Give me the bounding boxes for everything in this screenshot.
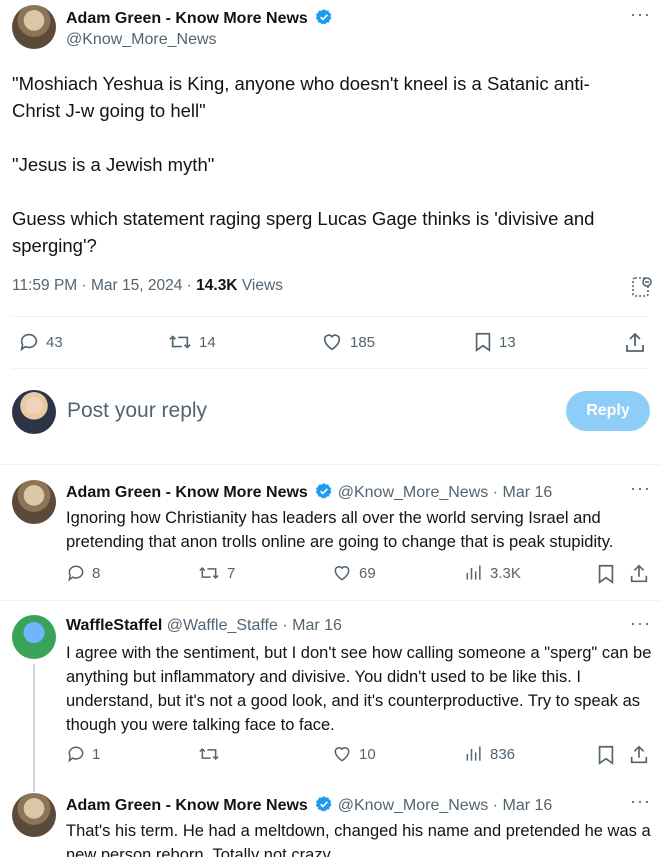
- heart-icon: [334, 747, 350, 762]
- author-name[interactable]: Adam Green - Know More News: [66, 10, 308, 27]
- share-icon[interactable]: [628, 744, 650, 766]
- tweet-paragraph: "Moshiach Yeshua is King, anyone who doe…: [12, 73, 590, 121]
- repost-icon: [169, 335, 191, 349]
- like-count: 185: [350, 333, 376, 351]
- like-action[interactable]: 185: [320, 331, 375, 353]
- more-options-icon[interactable]: ···: [630, 791, 651, 812]
- bookmark-icon[interactable]: [596, 744, 616, 766]
- heart-icon: [334, 566, 350, 581]
- reply-icon: [68, 565, 84, 582]
- reply-action[interactable]: 43: [18, 331, 63, 353]
- tweet-paragraph: "Jesus is a Jewish myth": [12, 154, 215, 175]
- repost-count: 14: [199, 333, 216, 351]
- reply-text: Ignoring how Christianity has leaders al…: [66, 509, 614, 551]
- reply-handle[interactable]: @Waffle_Staffe: [167, 617, 278, 634]
- reply-header: Adam Green - Know More News @Know_More_N…: [66, 483, 553, 501]
- divider: [12, 368, 648, 369]
- views-count: 3.3K: [490, 564, 521, 582]
- views-label: Views: [241, 277, 283, 294]
- reply-author-name[interactable]: Adam Green - Know More News: [66, 484, 308, 501]
- reply-text: That's his term. He had a meltdown, chan…: [66, 822, 651, 857]
- analytics-icon: [466, 565, 481, 580]
- repost-action[interactable]: [197, 744, 227, 764]
- repost-action[interactable]: 14: [167, 331, 216, 353]
- tweet-metadata: 11:59 PM · Mar 15, 2024 · 14.3K Views: [12, 277, 283, 294]
- reply-author-name[interactable]: Adam Green - Know More News: [66, 797, 308, 814]
- divider: [0, 464, 660, 465]
- more-options-icon[interactable]: ···: [630, 478, 651, 499]
- author-avatar[interactable]: [12, 5, 56, 49]
- views-action[interactable]: 836: [464, 744, 515, 764]
- author-header: Adam Green - Know More News: [66, 8, 333, 28]
- like-action[interactable]: 10: [331, 744, 376, 764]
- bookmark-count: 13: [499, 333, 516, 351]
- verified-badge-icon: [316, 483, 332, 499]
- repost-icon: [199, 747, 219, 761]
- tweet-time[interactable]: 11:59 PM: [12, 277, 77, 294]
- reply-icon: [68, 746, 84, 763]
- tweet-paragraph: Guess which statement raging sperg Lucas…: [12, 208, 595, 256]
- reply-avatar[interactable]: [12, 480, 56, 524]
- views-action[interactable]: 3.3K: [464, 563, 521, 583]
- reply-count: 43: [46, 333, 63, 351]
- like-count: 69: [359, 564, 376, 582]
- repost-icon: [199, 566, 219, 580]
- share-icon[interactable]: [623, 331, 647, 355]
- reply-date[interactable]: Mar 16: [503, 484, 553, 501]
- divider: [0, 600, 660, 601]
- reply-count: 1: [92, 745, 101, 763]
- verified-badge-icon: [316, 9, 332, 25]
- tweet-body: "Moshiach Yeshua is King, anyone who doe…: [12, 70, 637, 259]
- post-analytics-icon[interactable]: [630, 275, 654, 299]
- more-options-icon[interactable]: ···: [630, 4, 651, 25]
- reply-handle[interactable]: @Know_More_News: [338, 797, 489, 814]
- reply-date[interactable]: Mar 16: [292, 617, 342, 634]
- analytics-icon: [466, 746, 481, 761]
- verified-badge-icon: [316, 796, 332, 812]
- reply-text: I agree with the sentiment, but I don't …: [66, 644, 652, 734]
- bookmark-icon: [475, 332, 491, 352]
- reply-action[interactable]: 1: [66, 744, 100, 764]
- bookmark-action[interactable]: 13: [473, 331, 516, 353]
- reply-header: Adam Green - Know More News @Know_More_N…: [66, 796, 553, 814]
- reply-action[interactable]: 8: [66, 563, 100, 583]
- author-handle[interactable]: @Know_More_News: [66, 31, 217, 49]
- reply-avatar[interactable]: [12, 793, 56, 837]
- like-count: 10: [359, 745, 376, 763]
- reply-input[interactable]: Post your reply: [67, 399, 207, 423]
- reply-handle[interactable]: @Know_More_News: [338, 484, 489, 501]
- tweet-date[interactable]: Mar 15, 2024: [91, 277, 182, 294]
- reply-date[interactable]: Mar 16: [503, 797, 553, 814]
- more-options-icon[interactable]: ···: [630, 613, 651, 634]
- like-action[interactable]: 69: [331, 563, 376, 583]
- reply-button[interactable]: Reply: [566, 391, 650, 431]
- heart-icon: [323, 334, 341, 351]
- repost-count: 7: [227, 564, 236, 582]
- reply-avatar[interactable]: [12, 615, 56, 659]
- reply-count: 8: [92, 564, 101, 582]
- views-count: 836: [490, 745, 516, 763]
- current-user-avatar[interactable]: [12, 390, 56, 434]
- divider: [12, 316, 648, 317]
- reply-icon: [20, 333, 38, 352]
- repost-action[interactable]: 7: [197, 563, 235, 583]
- views-count: 14.3K: [196, 277, 238, 294]
- reply-author-name[interactable]: WaffleStaffel: [66, 617, 162, 634]
- share-icon[interactable]: [628, 563, 650, 585]
- thread-connector-line: [33, 664, 35, 792]
- reply-header: WaffleStaffel @Waffle_Staffe · Mar 16: [66, 617, 342, 634]
- bookmark-icon[interactable]: [596, 563, 616, 585]
